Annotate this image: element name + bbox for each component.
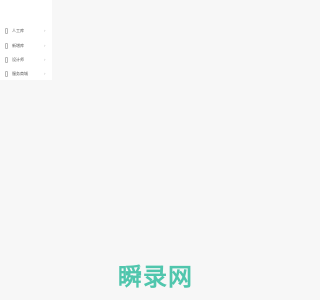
phone-icon <box>5 43 8 49</box>
sidebar-item-4[interactable]: 服务商城 › <box>0 68 52 82</box>
sidebar-item-label: 设计师 <box>12 57 24 62</box>
chevron-right-icon: › <box>44 71 46 76</box>
chevron-right-icon: › <box>44 28 46 33</box>
sidebar-item-label: 服务商城 <box>12 71 28 76</box>
sidebar-item-2[interactable]: 新增库 › <box>0 40 52 54</box>
sidebar-menu: 人工库 › 新增库 › 设计师 › 服务商城 › <box>0 0 52 80</box>
sidebar-item-label: 人工库 <box>12 28 24 33</box>
sidebar-item-label: 新增库 <box>12 43 24 48</box>
chevron-right-icon: › <box>44 43 46 48</box>
sidebar-item-3[interactable]: 设计师 › <box>0 54 52 68</box>
watermark-logo: 瞬录网 <box>118 263 193 291</box>
chevron-right-icon: › <box>44 57 46 62</box>
sidebar-header <box>0 0 52 22</box>
phone-icon <box>5 71 8 77</box>
sidebar-item-1[interactable]: 人工库 › <box>0 25 52 39</box>
phone-icon <box>5 57 8 63</box>
phone-icon <box>5 28 8 34</box>
page: 人工库 › 新增库 › 设计师 › 服务商城 › 瞬录网 <box>0 0 300 300</box>
